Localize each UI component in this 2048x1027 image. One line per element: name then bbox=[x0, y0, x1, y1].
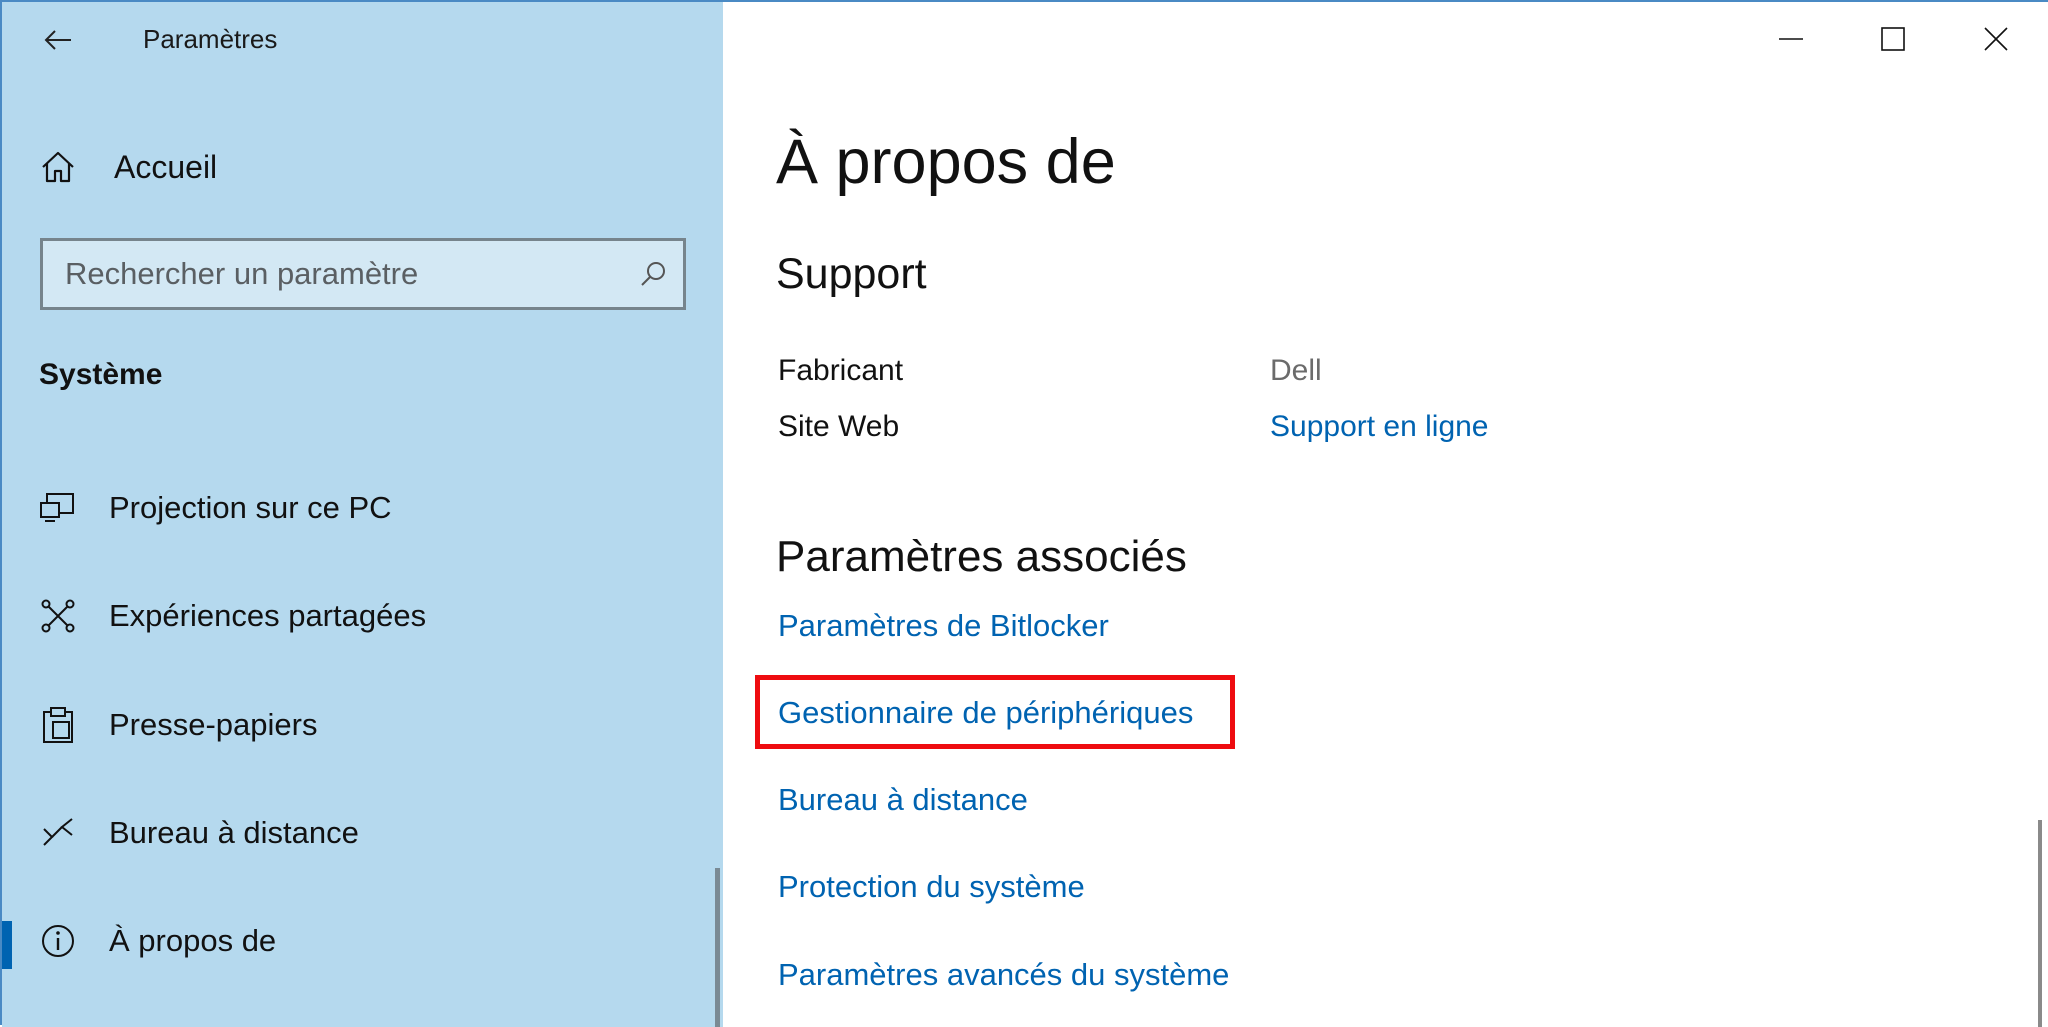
manufacturer-label: Fabricant bbox=[778, 354, 904, 387]
related-settings-heading: Paramètres associés bbox=[776, 532, 1187, 581]
main-pane: À propos de Support Fabricant Dell Site … bbox=[723, 2, 2048, 1027]
remote-desktop-link[interactable]: Bureau à distance bbox=[778, 782, 1028, 818]
search-input[interactable] bbox=[43, 240, 623, 308]
back-button[interactable] bbox=[36, 20, 80, 60]
support-heading: Support bbox=[776, 250, 927, 298]
close-icon bbox=[1984, 27, 2008, 51]
sidebar-item-label: Expériences partagées bbox=[109, 598, 427, 633]
info-icon bbox=[38, 921, 78, 961]
manufacturer-value: Dell bbox=[1270, 354, 1322, 387]
sidebar-item-label: Presse-papiers bbox=[109, 707, 318, 742]
shared-experiences-icon bbox=[38, 596, 78, 636]
close-button[interactable] bbox=[1956, 10, 2036, 68]
back-arrow-icon bbox=[44, 30, 71, 50]
minimize-icon bbox=[1779, 38, 1803, 40]
device-manager-link[interactable]: Gestionnaire de périphériques bbox=[778, 695, 1193, 731]
clipboard-icon bbox=[38, 705, 78, 745]
minimize-button[interactable] bbox=[1751, 10, 1831, 68]
maximize-button[interactable] bbox=[1853, 10, 1933, 68]
main-scrollbar[interactable] bbox=[2038, 820, 2042, 1027]
website-label: Site Web bbox=[778, 410, 900, 443]
search-icon[interactable] bbox=[623, 241, 683, 307]
sidebar-item-remote-desktop[interactable]: Bureau à distance bbox=[2, 793, 723, 873]
maximize-icon bbox=[1881, 27, 1905, 51]
remote-desktop-icon bbox=[38, 813, 78, 853]
home-nav-item[interactable]: Accueil bbox=[40, 142, 217, 192]
sidebar-item-label: Bureau à distance bbox=[109, 815, 359, 850]
sidebar-item-about[interactable]: À propos de bbox=[2, 901, 723, 981]
sidebar: Paramètres Accueil Système bbox=[2, 2, 723, 1027]
search-box bbox=[40, 238, 686, 310]
page-title: À propos de bbox=[776, 127, 1116, 197]
settings-window: Paramètres Accueil Système bbox=[0, 0, 2048, 1027]
system-protection-link[interactable]: Protection du système bbox=[778, 869, 1085, 905]
advanced-system-settings-link[interactable]: Paramètres avancés du système bbox=[778, 957, 1229, 993]
bitlocker-settings-link[interactable]: Paramètres de Bitlocker bbox=[778, 608, 1109, 644]
online-support-link[interactable]: Support en ligne bbox=[1270, 410, 1489, 444]
app-title: Paramètres bbox=[143, 24, 278, 54]
sidebar-item-projection[interactable]: Projection sur ce PC bbox=[2, 468, 723, 548]
sidebar-scrollbar[interactable] bbox=[715, 868, 720, 1027]
sidebar-item-label: Projection sur ce PC bbox=[109, 490, 392, 525]
sidebar-item-label: À propos de bbox=[109, 923, 277, 958]
sidebar-item-clipboard[interactable]: Presse-papiers bbox=[2, 685, 723, 765]
sidebar-item-shared-experiences[interactable]: Expériences partagées bbox=[2, 576, 723, 656]
home-icon bbox=[42, 151, 74, 183]
home-label: Accueil bbox=[114, 148, 218, 185]
section-title: Système bbox=[39, 358, 163, 391]
projector-icon bbox=[38, 488, 78, 528]
selection-indicator bbox=[2, 921, 12, 969]
